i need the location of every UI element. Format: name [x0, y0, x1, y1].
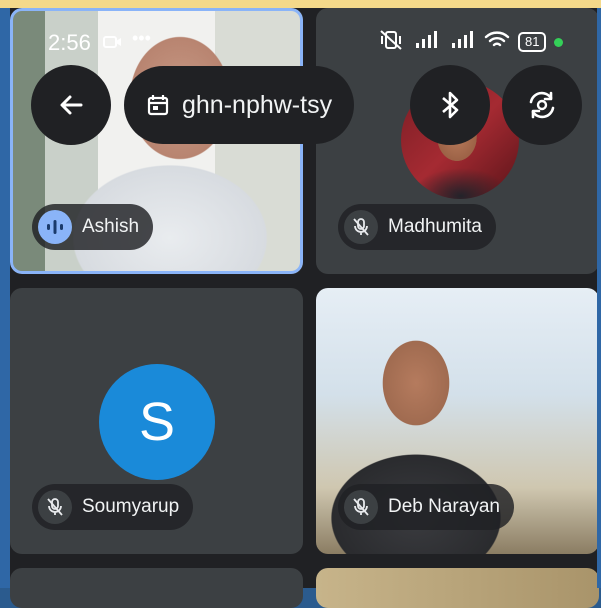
audio-output-button[interactable] [410, 65, 490, 145]
avatar-initial: S [138, 392, 176, 452]
status-bar: 2:56 ••• 81 [0, 0, 601, 70]
screen-record-icon [103, 34, 123, 55]
vibrate-muted-icon [378, 29, 404, 56]
battery-icon: 81 [518, 32, 547, 52]
participant-tile-partial[interactable] [316, 568, 599, 608]
mic-off-icon [38, 490, 72, 524]
participant-tile-deb-narayan[interactable]: Deb Narayan [316, 288, 599, 554]
name-pill-deb-narayan: Deb Narayan [338, 484, 514, 530]
meeting-code-pill[interactable]: ghn-nphw-tsy [124, 66, 355, 144]
switch-camera-button[interactable] [502, 65, 582, 145]
calendar-icon [147, 95, 169, 116]
arrow-left-icon [60, 95, 83, 115]
participant-tile-partial[interactable] [10, 568, 303, 608]
more-notifications-icon: ••• [132, 28, 151, 48]
camera-in-use-dot [554, 37, 564, 47]
clock: 2:56 [48, 30, 91, 55]
name-pill-soumyarup: Soumyarup [32, 484, 194, 530]
speaking-indicator-icon [38, 210, 72, 244]
signal-icon [448, 30, 476, 55]
name-pill-madhumita: Madhumita [338, 204, 496, 250]
right-edge [597, 8, 601, 588]
avatar: S [99, 364, 215, 480]
left-edge [0, 8, 10, 588]
mic-off-icon [344, 210, 378, 244]
name-pill-ashish: Ashish [32, 204, 154, 250]
status-icons: 81 [378, 29, 564, 56]
wifi-icon [484, 30, 510, 55]
participant-name: Deb Narayan [388, 496, 500, 517]
back-button[interactable] [31, 65, 111, 145]
battery-level: 81 [525, 34, 540, 49]
signal-icon [412, 30, 440, 55]
switch-camera-icon [529, 91, 555, 119]
participant-tile-soumyarup[interactable]: S Soumyarup [10, 288, 303, 554]
participant-name: Ashish [82, 216, 140, 237]
mic-off-icon [344, 490, 378, 524]
participant-name: Madhumita [388, 216, 482, 237]
meeting-code: ghn-nphw-tsy [182, 90, 333, 119]
participant-name: Soumyarup [82, 496, 180, 517]
bluetooth-icon [442, 91, 459, 119]
